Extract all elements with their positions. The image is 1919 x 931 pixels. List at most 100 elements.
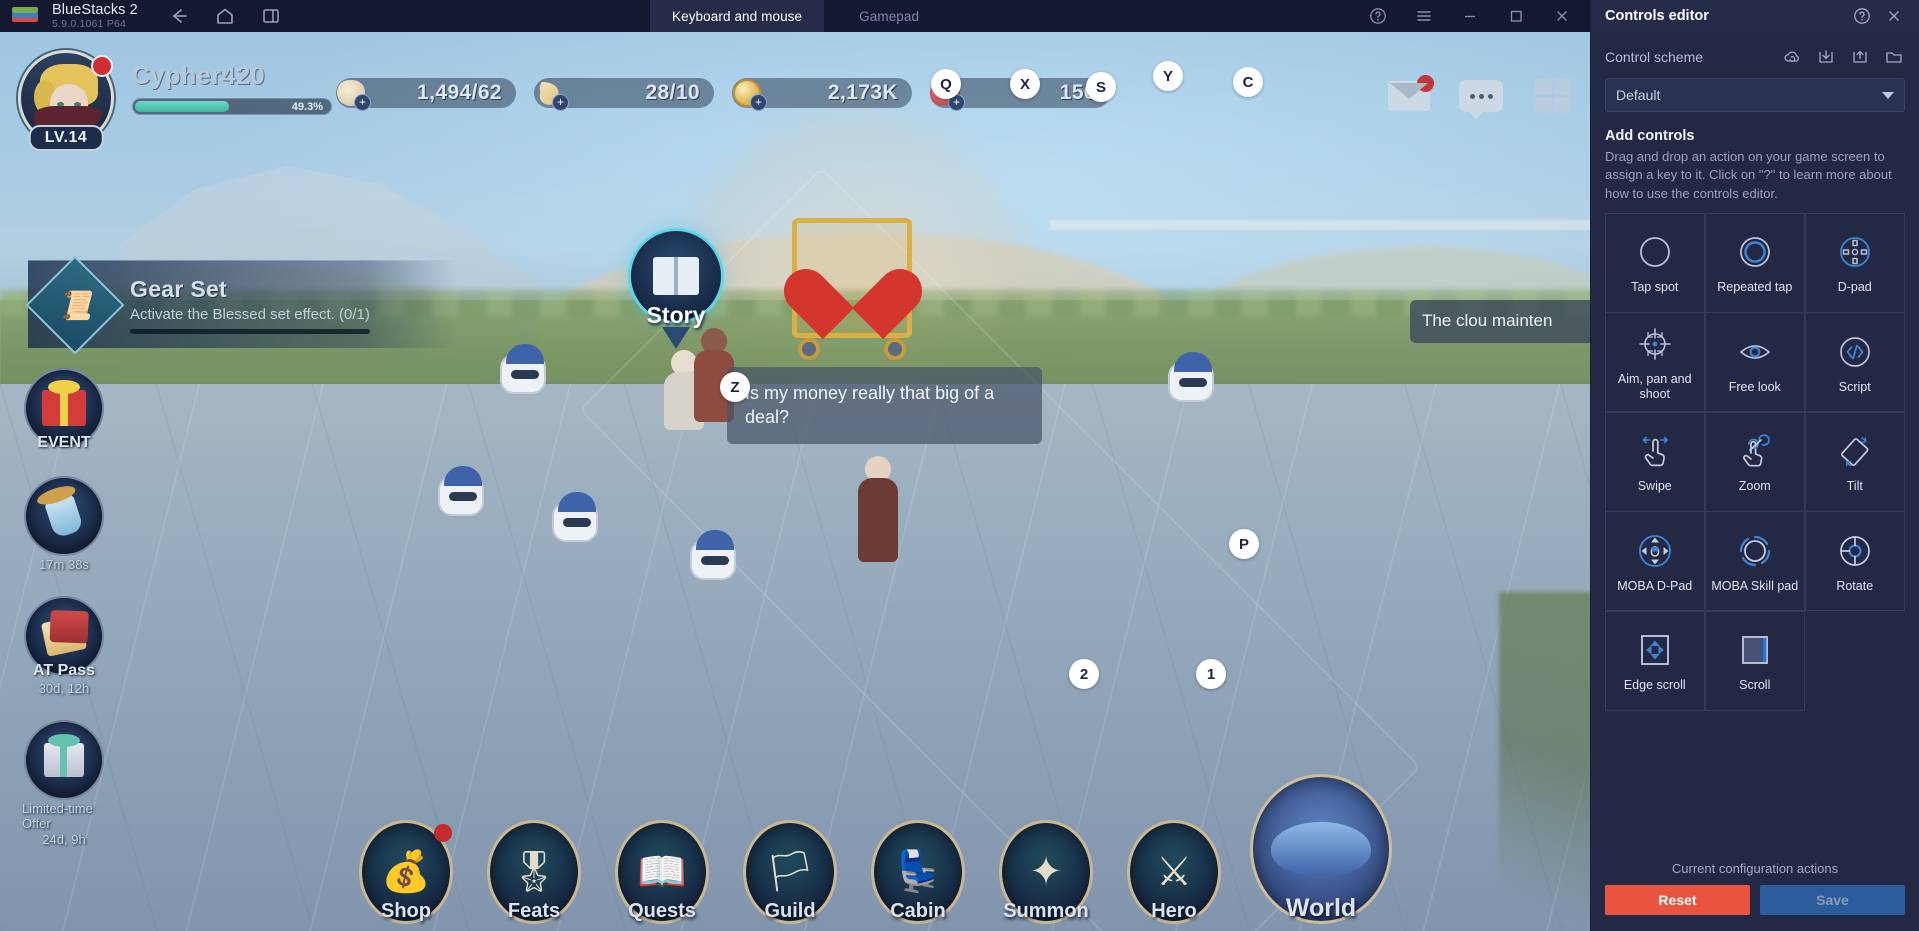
player-info: Cypher420 49.3% — [132, 62, 332, 115]
reset-button[interactable]: Reset — [1605, 885, 1750, 915]
mail-icon[interactable] — [1387, 75, 1434, 114]
limited-gift-icon — [24, 720, 104, 800]
chat-icon[interactable] — [1459, 78, 1503, 119]
controls-grid: Tap spot Repeated tap D-pad Aim, pan and… — [1591, 213, 1919, 851]
scroll-icon — [1736, 628, 1774, 672]
nav-item-guild[interactable]: 🏳 Guild — [734, 820, 846, 924]
app-name: BlueStacks 2 — [52, 1, 138, 18]
currency-bar: 1,494/62 + 28/10 + 2,173K + 150 + — [336, 76, 1124, 111]
story-marker[interactable]: Story — [626, 228, 726, 349]
avatar[interactable]: LV.14 — [18, 50, 114, 151]
cloud-sync-icon[interactable] — [1781, 46, 1803, 68]
nav-item-label: Hero — [1151, 900, 1197, 922]
control-tile-tilt[interactable]: Tilt — [1804, 411, 1905, 512]
control-tile-script[interactable]: Script — [1804, 312, 1905, 413]
tab-gamepad[interactable]: Gamepad — [824, 0, 954, 32]
add-controls-section: Add controls Drag and drop an action on … — [1591, 112, 1919, 213]
currency-add-button[interactable]: + — [354, 94, 371, 111]
control-tile-aim-pan-shoot[interactable]: Aim, pan and shoot — [1604, 312, 1705, 413]
control-tile-tap-spot[interactable]: Tap spot — [1604, 213, 1705, 313]
control-tile-zoom[interactable]: Zoom — [1704, 411, 1805, 512]
tilt-icon — [1835, 429, 1875, 473]
mode-tabs: Keyboard and mouse Gamepad — [650, 0, 954, 32]
currency-item[interactable]: 2,173K + — [732, 76, 926, 111]
control-tile-moba-skill-pad[interactable]: MOBA Skill pad — [1704, 511, 1805, 612]
bluestacks-logo-icon — [12, 6, 38, 26]
tap-spot-icon — [1636, 230, 1674, 274]
maximize-icon[interactable] — [1506, 6, 1526, 26]
add-controls-description: Drag and drop an action on your game scr… — [1605, 149, 1892, 201]
widgets-icon[interactable] — [1531, 78, 1575, 114]
close-icon[interactable] — [1883, 5, 1905, 27]
key-chip-2[interactable]: 2 — [1069, 659, 1099, 689]
control-scheme-select[interactable]: Default — [1605, 78, 1905, 112]
rail-item-timer[interactable]: 17m 38s — [22, 476, 106, 572]
controls-editor-panel: Controls editor Control scheme Default A… — [1590, 0, 1919, 931]
pet-bot — [1168, 352, 1214, 402]
key-chip-s[interactable]: S — [1086, 72, 1116, 102]
currency-item[interactable]: 28/10 + — [534, 76, 728, 111]
control-scheme-value: Default — [1616, 87, 1661, 103]
nav-item-shop[interactable]: 💰 Shop — [350, 820, 462, 924]
add-controls-heading: Add controls — [1605, 128, 1695, 144]
pet-bot — [552, 492, 598, 542]
control-tile-edge-scroll[interactable]: Edge scroll — [1604, 610, 1705, 711]
control-tile-dpad[interactable]: D-pad — [1804, 213, 1905, 313]
nav-item-quests[interactable]: 📖 Quests — [606, 820, 718, 924]
control-tile-moba-dpad[interactable]: MOBA D-Pad — [1604, 511, 1705, 612]
help-icon[interactable] — [1368, 6, 1388, 26]
control-tile-label: Script — [1838, 379, 1871, 394]
player-card[interactable]: LV.14 Cypher420 49.3% — [18, 50, 332, 151]
nav-item-label: Summon — [1003, 900, 1089, 922]
control-tile-scroll[interactable]: Scroll — [1704, 610, 1805, 711]
control-tile-rotate[interactable]: Rotate — [1804, 511, 1905, 612]
key-chip-1[interactable]: 1 — [1196, 659, 1226, 689]
control-tile-repeated-tap[interactable]: Repeated tap — [1704, 213, 1805, 313]
rail-item-event[interactable]: EVENT — [22, 368, 106, 452]
currency-item[interactable]: 1,494/62 + — [336, 76, 530, 111]
repeated-tap-icon — [1736, 230, 1774, 274]
quest-banner[interactable]: 📜 Gear Set Activate the Blessed set effe… — [25, 255, 458, 354]
footer-buttons: Reset Save — [1605, 885, 1905, 915]
rail-item-sub: 30d, 12h — [38, 681, 90, 696]
minimize-icon[interactable] — [1460, 6, 1480, 26]
nav-item-summon[interactable]: ✦ Summon — [990, 820, 1102, 924]
control-tile-label: Aim, pan and shoot — [1617, 371, 1692, 402]
import-icon[interactable] — [1815, 46, 1837, 68]
key-chip-q[interactable]: Q — [931, 69, 961, 99]
nav-item-feats[interactable]: 🎖 Feats — [478, 820, 590, 924]
currency-value: 2,173K — [827, 81, 898, 104]
currency-add-button[interactable]: + — [750, 94, 767, 111]
close-icon[interactable] — [1552, 6, 1572, 26]
key-chip-x[interactable]: X — [1010, 69, 1040, 99]
script-icon — [1836, 330, 1874, 374]
nav-item-world[interactable]: World — [1246, 774, 1396, 924]
titlebar-nav-icons — [168, 5, 282, 27]
export-icon[interactable] — [1849, 46, 1871, 68]
control-tile-free-look[interactable]: Free look — [1704, 312, 1805, 413]
panel-footer: Current configuration actions Reset Save — [1591, 851, 1919, 931]
control-tile-swipe[interactable]: Swipe — [1604, 411, 1705, 512]
multi-instance-icon[interactable] — [260, 5, 282, 27]
help-icon[interactable] — [1851, 5, 1873, 27]
key-chip-p[interactable]: P — [1229, 529, 1259, 559]
bottom-nav: 💰 Shop 🎖 Feats 📖 Quests 🏳 Guild 💺 Cabin … — [350, 774, 1396, 924]
save-button[interactable]: Save — [1760, 885, 1905, 915]
back-arrow-icon[interactable] — [168, 5, 190, 27]
app-version: 5.9.0.1061 P64 — [52, 18, 127, 30]
folder-icon[interactable] — [1883, 46, 1905, 68]
home-icon[interactable] — [214, 5, 236, 27]
nav-item-hero[interactable]: ⚔ Hero — [1118, 820, 1230, 924]
quest-banner-title: Gear Set — [130, 275, 228, 302]
tab-keyboard-and-mouse[interactable]: Keyboard and mouse — [650, 0, 825, 32]
nav-item-label: Cabin — [890, 900, 946, 922]
menu-icon[interactable] — [1414, 6, 1434, 26]
rail-item-at-pass[interactable]: AT Pass 30d, 12h — [22, 596, 106, 696]
rail-item-limited-offer[interactable]: Limited-time Offer 24d, 9h — [22, 720, 106, 847]
nav-item-cabin[interactable]: 💺 Cabin — [862, 820, 974, 924]
key-chip-z[interactable]: Z — [720, 372, 750, 402]
player-xp-bar: 49.3% — [132, 98, 332, 115]
key-chip-c[interactable]: C — [1233, 67, 1263, 97]
currency-add-button[interactable]: + — [552, 94, 569, 111]
key-chip-y[interactable]: Y — [1153, 61, 1183, 91]
